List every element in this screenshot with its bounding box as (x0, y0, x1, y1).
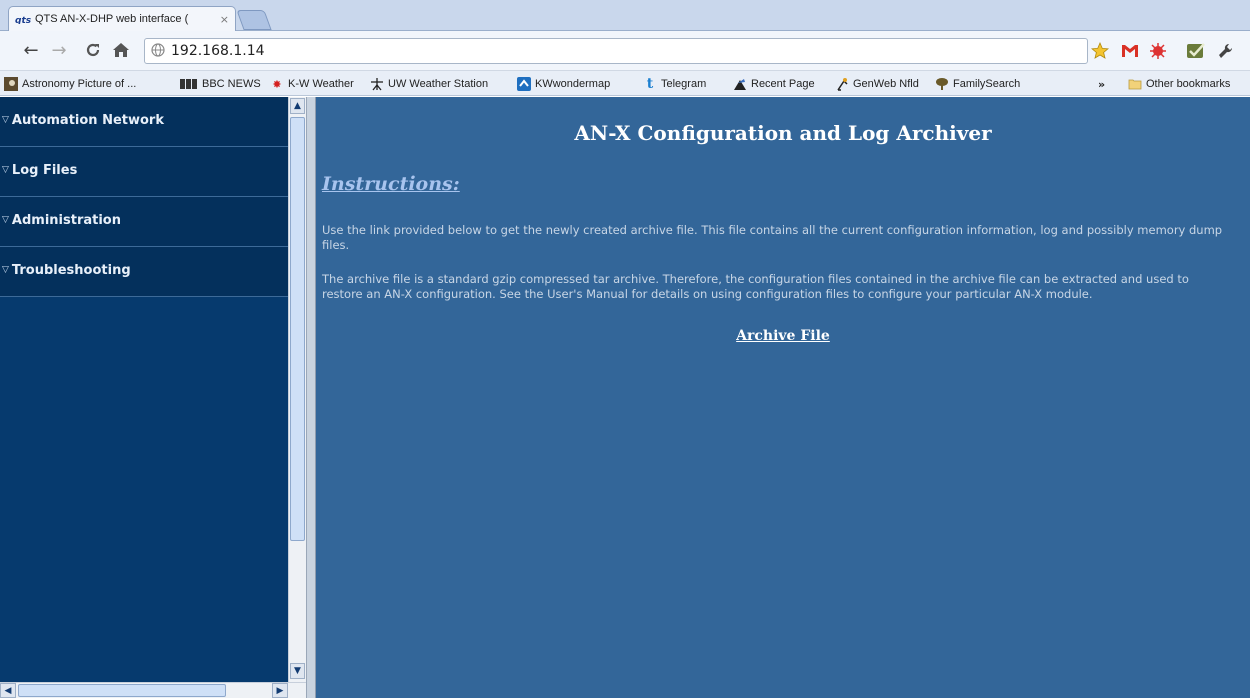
instructions-heading: Instructions: (322, 173, 460, 195)
sidebar-item-label: Log Files (11, 163, 78, 178)
bookmarks-overflow-button[interactable]: » (1098, 75, 1105, 93)
scrollbar-thumb[interactable] (18, 684, 226, 697)
qts-favicon-icon: qts (15, 14, 31, 24)
genweb-icon (835, 77, 849, 91)
archive-file-link[interactable]: Archive File (316, 328, 1250, 344)
new-tab-button[interactable] (236, 10, 272, 30)
sidebar-item-troubleshooting[interactable]: ▽ Troubleshooting (0, 247, 288, 297)
tab-strip: qts QTS AN-X-DHP web interface ( × (0, 0, 1250, 31)
page-title: AN-X Configuration and Log Archiver (574, 121, 992, 145)
extension-bug-icon[interactable] (1146, 39, 1170, 63)
sidebar-item-label: Troubleshooting (11, 263, 131, 278)
frame-divider[interactable] (306, 97, 316, 698)
back-arrow-icon[interactable]: ← (20, 39, 42, 61)
browser-toolbar: ← → 192.168.1.14 (0, 31, 1250, 71)
other-bookmarks-folder[interactable]: Other bookmarks (1128, 75, 1230, 93)
sidebar-vertical-scrollbar[interactable]: ▲ ▼ (288, 97, 306, 682)
sidebar-item-label: Automation Network (11, 113, 164, 128)
tab-close-icon[interactable]: × (220, 13, 229, 26)
instructions-paragraph-2: The archive file is a standard gzip comp… (322, 272, 1189, 301)
astronomy-icon (4, 77, 18, 91)
scroll-left-icon[interactable]: ◀ (0, 683, 16, 698)
bookmark-item[interactable]: ✸ K-W Weather (270, 75, 353, 93)
bookmark-item[interactable]: BBC NEWS (180, 75, 261, 93)
scroll-down-icon[interactable]: ▼ (290, 663, 305, 679)
main-content: AN-X Configuration and Log Archiver Inst… (316, 97, 1250, 698)
reload-icon[interactable] (82, 39, 104, 61)
weather-station-icon (370, 77, 384, 91)
caret-down-icon: ▽ (2, 165, 9, 175)
bookmark-item[interactable]: KWwondermap (517, 75, 610, 93)
wrench-icon[interactable] (1214, 39, 1238, 63)
sidebar-item-automation-network[interactable]: ▽ Automation Network (0, 97, 288, 147)
instructions-paragraph-1: Use the link provided below to get the n… (322, 223, 1223, 252)
checkmark-extension-icon[interactable] (1184, 39, 1208, 63)
sidebar-nav: ▽ Automation Network ▽ Log Files ▽ Admin… (0, 97, 288, 698)
maple-leaf-icon: ✸ (272, 78, 282, 91)
bookmark-item[interactable]: Recent Page (733, 75, 815, 93)
caret-down-icon: ▽ (2, 265, 9, 275)
gmail-icon[interactable] (1118, 39, 1142, 63)
scrollbar-thumb[interactable] (290, 117, 305, 541)
bookmark-star-icon[interactable] (1088, 39, 1112, 63)
scroll-right-icon[interactable]: ▶ (272, 683, 288, 698)
sidebar-item-log-files[interactable]: ▽ Log Files (0, 147, 288, 197)
sidebar-horizontal-scrollbar[interactable]: ◀ ▶ (0, 682, 306, 698)
caret-down-icon: ▽ (2, 115, 9, 125)
url-text: 192.168.1.14 (171, 43, 265, 59)
forward-arrow-icon[interactable]: → (48, 39, 70, 61)
bookmark-item[interactable]: GenWeb Nfld (835, 75, 919, 93)
browser-tab[interactable]: qts QTS AN-X-DHP web interface ( × (8, 6, 236, 31)
bookmark-item[interactable]: FamilySearch (935, 75, 1020, 93)
globe-icon (151, 42, 165, 60)
familysearch-icon (935, 77, 949, 91)
svg-text:qts: qts (15, 16, 31, 24)
telegram-icon: t (646, 76, 654, 92)
sidebar-item-administration[interactable]: ▽ Administration (0, 197, 288, 247)
caret-down-icon: ▽ (2, 215, 9, 225)
recent-page-icon (733, 77, 747, 91)
wondermap-icon (517, 77, 531, 91)
bbc-icon (180, 77, 198, 91)
scroll-up-icon[interactable]: ▲ (290, 98, 305, 114)
bookmarks-bar: Astronomy Picture of ... BBC NEWS ✸ K-W … (0, 71, 1250, 96)
tab-title: QTS AN-X-DHP web interface ( (35, 13, 189, 25)
home-icon[interactable] (110, 39, 132, 61)
bookmark-item[interactable]: UW Weather Station (370, 75, 488, 93)
bookmark-item[interactable]: t Telegram (643, 75, 706, 93)
bookmark-item[interactable]: Astronomy Picture of ... (4, 75, 136, 93)
folder-icon (1128, 77, 1142, 91)
address-bar[interactable]: 192.168.1.14 (144, 38, 1088, 64)
sidebar-item-label: Administration (11, 213, 121, 228)
